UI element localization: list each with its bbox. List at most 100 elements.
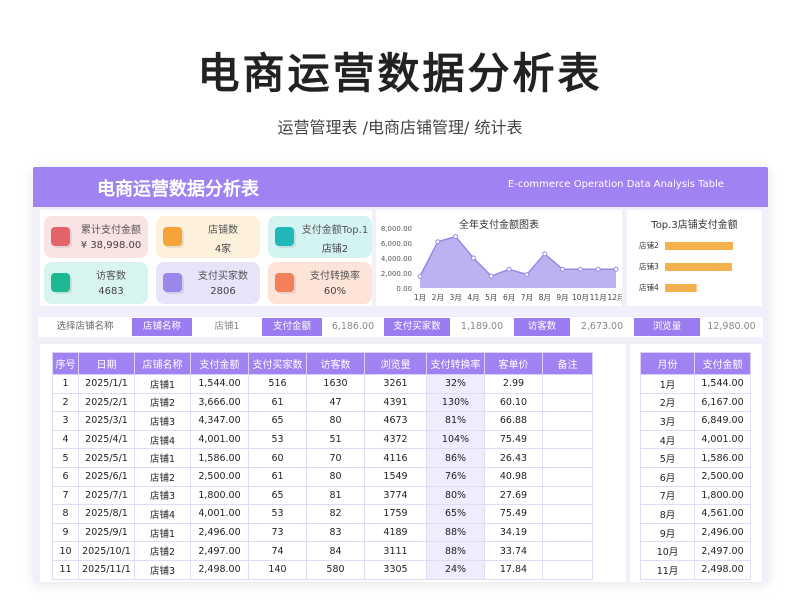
table-cell[interactable]: 17.84: [484, 559, 543, 580]
store-select-dropdown[interactable]: 店铺1: [192, 317, 262, 337]
table-cell[interactable]: 4372: [364, 429, 427, 450]
table-row[interactable]: 8月 4,561.00: [640, 504, 751, 524]
table-cell[interactable]: 80: [306, 466, 365, 487]
table-row[interactable]: 7月 1,800.00: [640, 485, 751, 506]
table-cell[interactable]: [542, 466, 593, 487]
table-cell[interactable]: 3261: [364, 374, 427, 394]
table-cell[interactable]: 店铺2: [134, 466, 191, 487]
data-point[interactable]: [560, 266, 566, 272]
table-cell[interactable]: 2025/10/1: [78, 541, 135, 561]
table-cell[interactable]: 130%: [426, 392, 485, 413]
table-cell[interactable]: 店铺4: [134, 429, 191, 450]
table-row[interactable]: 3 2025/3/1 店铺3 4,347.00 65 80 4673 81% 66.88: [52, 411, 593, 431]
table-row[interactable]: 4 2025/4/1 店铺4 4,001.00 53 51 4372 104% 75.49: [52, 429, 593, 450]
table-cell[interactable]: 5月: [640, 448, 695, 468]
table-cell[interactable]: 2,497.00: [190, 541, 249, 561]
table-cell[interactable]: 店铺2: [134, 541, 191, 561]
table-cell[interactable]: 3111: [364, 541, 427, 561]
column-header[interactable]: 支付转换率: [426, 352, 485, 375]
table-cell[interactable]: 2025/6/1: [78, 466, 135, 487]
table-row[interactable]: 8 2025/8/1 店铺4 4,001.00 53 82 1759 65% 75.49: [52, 504, 593, 524]
table-cell[interactable]: 8月: [640, 504, 695, 524]
table-cell[interactable]: [542, 429, 593, 450]
table-cell[interactable]: [542, 411, 593, 431]
table-cell[interactable]: 82: [306, 504, 365, 524]
table-cell[interactable]: 4月: [640, 429, 695, 450]
table-cell[interactable]: 1630: [306, 374, 365, 394]
table-cell[interactable]: 580: [306, 559, 365, 580]
table-cell[interactable]: 88%: [426, 541, 485, 561]
table-cell[interactable]: 2: [52, 392, 79, 413]
table-cell[interactable]: 34.19: [484, 522, 543, 543]
table-cell[interactable]: 65: [248, 485, 307, 506]
data-point[interactable]: [417, 273, 423, 279]
table-cell[interactable]: 3: [52, 411, 79, 431]
table-cell[interactable]: 4,347.00: [190, 411, 249, 431]
table-cell[interactable]: 73: [248, 522, 307, 543]
bar[interactable]: [665, 263, 732, 271]
table-cell[interactable]: 75.49: [484, 429, 543, 450]
table-cell[interactable]: 2,496.00: [190, 522, 249, 543]
table-cell[interactable]: 40.98: [484, 466, 543, 487]
table-cell[interactable]: 4391: [364, 392, 427, 413]
table-cell[interactable]: 8: [52, 504, 79, 524]
table-cell[interactable]: 76%: [426, 466, 485, 487]
table-row[interactable]: 7 2025/7/1 店铺3 1,800.00 65 81 3774 80% 27.69: [52, 485, 593, 506]
table-cell[interactable]: 2,498.00: [694, 559, 751, 580]
column-header[interactable]: 日期: [78, 352, 135, 375]
table-cell[interactable]: 5: [52, 448, 79, 468]
table-cell[interactable]: 1,800.00: [694, 485, 751, 506]
table-cell[interactable]: 6: [52, 466, 79, 487]
table-row[interactable]: 2 2025/2/1 店铺2 3,666.00 61 47 4391 130% 60.10: [52, 392, 593, 413]
table-row[interactable]: 11 2025/11/1 店铺3 2,498.00 140 580 3305 24% 17.84: [52, 559, 593, 580]
table-cell[interactable]: 店铺1: [134, 374, 191, 394]
table-cell[interactable]: 74: [248, 541, 307, 561]
table-cell[interactable]: 9月: [640, 522, 695, 543]
table-cell[interactable]: [542, 504, 593, 524]
table-cell[interactable]: 2025/1/1: [78, 374, 135, 394]
table-cell[interactable]: 53: [248, 429, 307, 450]
table-cell[interactable]: 26.43: [484, 448, 543, 468]
table-cell[interactable]: 75.49: [484, 504, 543, 524]
table-cell[interactable]: 66.88: [484, 411, 543, 431]
table-cell[interactable]: 2,497.00: [694, 541, 751, 561]
table-cell[interactable]: 83: [306, 522, 365, 543]
column-header[interactable]: 浏览量: [364, 352, 427, 375]
data-point[interactable]: [542, 251, 548, 257]
table-cell[interactable]: 65: [248, 411, 307, 431]
table-cell[interactable]: 86%: [426, 448, 485, 468]
table-cell[interactable]: 11月: [640, 559, 695, 580]
table-cell[interactable]: 4116: [364, 448, 427, 468]
table-row[interactable]: 5月 1,586.00: [640, 448, 751, 468]
column-header[interactable]: 月份: [640, 352, 695, 375]
table-cell[interactable]: 27.69: [484, 485, 543, 506]
data-point[interactable]: [470, 255, 476, 261]
table-cell[interactable]: 6,167.00: [694, 392, 751, 413]
table-cell[interactable]: 2,500.00: [190, 466, 249, 487]
table-cell[interactable]: 65%: [426, 504, 485, 524]
table-cell[interactable]: 33.74: [484, 541, 543, 561]
table-cell[interactable]: 1,586.00: [694, 448, 751, 468]
table-cell[interactable]: 51: [306, 429, 365, 450]
table-cell[interactable]: 7: [52, 485, 79, 506]
table-cell[interactable]: 1月: [640, 374, 695, 394]
table-cell[interactable]: 1,544.00: [190, 374, 249, 394]
table-cell[interactable]: 9: [52, 522, 79, 543]
table-row[interactable]: 4月 4,001.00: [640, 429, 751, 450]
table-cell[interactable]: 80%: [426, 485, 485, 506]
table-cell[interactable]: 2.99: [484, 374, 543, 394]
table-cell[interactable]: 2025/3/1: [78, 411, 135, 431]
column-header[interactable]: 支付金额: [694, 352, 751, 375]
column-header[interactable]: 支付金额: [190, 352, 249, 375]
table-cell[interactable]: 6月: [640, 466, 695, 487]
column-header[interactable]: 支付买家数: [248, 352, 307, 375]
table-row[interactable]: 6月 2,500.00: [640, 466, 751, 487]
table-cell[interactable]: 47: [306, 392, 365, 413]
table-cell[interactable]: [542, 448, 593, 468]
table-cell[interactable]: 32%: [426, 374, 485, 394]
table-cell[interactable]: 店铺1: [134, 522, 191, 543]
bar[interactable]: [665, 284, 697, 292]
table-cell[interactable]: 3,666.00: [190, 392, 249, 413]
table-cell[interactable]: 4,561.00: [694, 504, 751, 524]
table-row[interactable]: 1月 1,544.00: [640, 374, 751, 394]
